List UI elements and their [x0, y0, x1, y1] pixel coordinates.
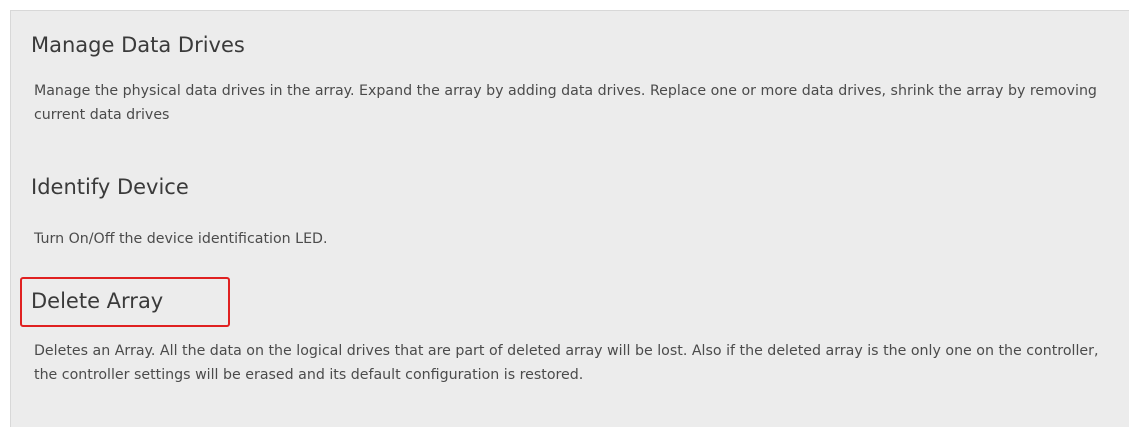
delete-array-description: Deletes an Array. All the data on the lo…	[34, 343, 1099, 383]
actions-panel: Manage Data Drives Manage the physical d…	[10, 10, 1129, 427]
delete-array-link[interactable]: Delete Array	[31, 287, 163, 315]
manage-data-drives-link[interactable]: Manage Data Drives	[31, 31, 245, 59]
manage-data-drives-description: Manage the physical data drives in the a…	[34, 83, 1097, 123]
identify-device-link[interactable]: Identify Device	[31, 173, 189, 201]
identify-device-description: Turn On/Off the device identification LE…	[34, 231, 328, 247]
